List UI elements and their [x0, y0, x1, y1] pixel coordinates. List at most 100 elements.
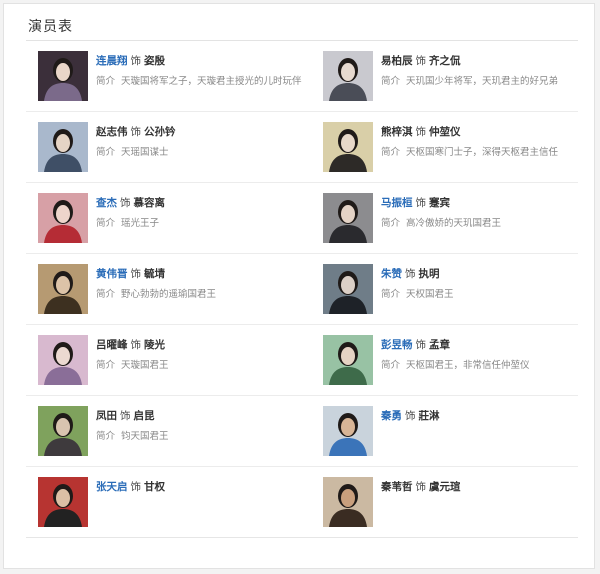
role-intro: 简介 高冷傲娇的天玑国君王 [381, 215, 501, 229]
plays-label: 饰 [130, 268, 142, 280]
actor-name: 凤田 [96, 410, 117, 422]
cast-item: 秦苇哲饰虞元瑄 [311, 467, 587, 537]
intro-label: 简介 [96, 289, 116, 300]
role-name: 陵光 [144, 339, 165, 351]
plays-label: 饰 [405, 268, 416, 280]
actor-photo[interactable] [38, 477, 88, 527]
cast-item: 易柏辰饰齐之侃简介 天玑国少年将军，天玑君主的好兄弟 [311, 41, 587, 111]
actor-name-link[interactable]: 朱赞 [381, 268, 402, 280]
plays-label: 饰 [405, 410, 416, 422]
role-name: 毓埥 [144, 268, 165, 280]
plays-label: 饰 [130, 481, 142, 493]
plays-label: 饰 [415, 55, 427, 67]
actor-role-line: 黄伟晋饰毓埥 [96, 266, 165, 281]
role-intro: 简介 天玑国少年将军，天玑君主的好兄弟 [381, 73, 558, 87]
actor-photo[interactable] [323, 264, 373, 314]
actor-role-line: 连晨翔饰姿殷 [96, 53, 165, 68]
cast-item: 熊梓淇饰仲堃仪 简介 天枢国寒门士子，深得天枢君主信任 [311, 112, 587, 182]
actor-photo[interactable] [323, 193, 373, 243]
actor-role-line: 马振桓饰蹇宾 [381, 195, 450, 210]
intro-label: 简介 [381, 76, 401, 87]
plays-label: 饰 [120, 197, 131, 209]
intro-label: 简介 [381, 360, 401, 371]
intro-label: 简介 [96, 431, 116, 442]
actor-name-link[interactable]: 马振桓 [381, 197, 413, 209]
role-name: 姿殷 [144, 55, 165, 67]
cast-item: 黄伟晋饰毓埥简介 野心勃勃的遥瑜国君王 [26, 254, 302, 324]
cast-panel: 演员表 连晨翔饰姿殷 简介 天璇国将军之子，天璇君主授光的儿时玩伴 易柏辰饰齐之侃 简介… [3, 3, 595, 569]
intro-label: 简介 [381, 147, 401, 158]
actor-photo[interactable] [323, 122, 373, 172]
role-intro: 简介 天权国君王 [381, 286, 454, 300]
actor-name-link[interactable]: 张天启 [96, 481, 128, 493]
role-intro: 简介 瑶光王子 [96, 215, 159, 229]
role-name: 莊淋 [418, 410, 440, 422]
actor-photo[interactable] [38, 193, 88, 243]
actor-name-link[interactable]: 秦勇 [381, 410, 402, 422]
role-name: 启昆 [133, 410, 155, 422]
actor-name-link[interactable]: 连晨翔 [96, 55, 128, 67]
actor-name: 赵志伟 [96, 126, 128, 138]
actor-role-line: 秦勇饰莊淋 [381, 408, 440, 423]
cast-row: 张天启饰甘权 秦苇哲饰虞元瑄 [26, 467, 578, 538]
cast-item: 连晨翔饰姿殷简介 天璇国将军之子，天璇君主授光的儿时玩伴 [26, 41, 302, 111]
role-name: 慕容离 [133, 197, 166, 209]
intro-text: 天枢国寒门士子，深得天枢君主信任 [406, 147, 559, 158]
role-name: 齐之侃 [429, 55, 461, 67]
intro-text: 高冷傲娇的天玑国君王 [406, 218, 502, 229]
actor-photo[interactable] [38, 51, 88, 101]
actor-photo[interactable] [38, 406, 88, 456]
role-name: 执明 [418, 268, 440, 280]
intro-text: 瑶光王子 [121, 218, 160, 229]
intro-text: 天瑶国谋士 [121, 147, 169, 158]
actor-photo[interactable] [38, 335, 88, 385]
role-intro: 简介 天璇国将军之子，天璇君主授光的儿时玩伴 [96, 73, 302, 87]
actor-photo[interactable] [38, 264, 88, 314]
actor-role-line: 易柏辰饰齐之侃 [381, 53, 461, 68]
cast-row: 凤田饰启昆 简介 钧天国君王 秦勇饰莊淋 [26, 396, 578, 467]
actor-name: 熊梓淇 [381, 126, 413, 138]
actor-name-link[interactable]: 彭昱畅 [381, 339, 413, 351]
actor-name-link[interactable]: 黄伟晋 [96, 268, 128, 280]
actor-role-line: 查杰饰慕容离 [96, 195, 165, 210]
plays-label: 饰 [415, 339, 427, 351]
role-intro: 简介 钧天国君王 [96, 428, 169, 442]
actor-role-line: 吕曜峰饰陵光 [96, 337, 165, 352]
actor-photo[interactable] [323, 406, 373, 456]
intro-text: 天权国君王 [406, 289, 454, 300]
role-intro: 简介 天枢国君王，非常信任仲堃仪 [381, 357, 530, 371]
plays-label: 饰 [130, 55, 142, 67]
cast-row: 赵志伟饰公孙钤 简介 天瑶国谋士 熊梓淇饰仲堃仪 简介 天枢国寒门士子，深得天枢君主信任 [26, 112, 578, 183]
cast-row: 吕曜峰饰陵光 简介 天璇国君王 彭昱畅饰孟章 简介 天枢国君王，非常信任仲堃仪 [26, 325, 578, 396]
cast-item: 查杰饰慕容离 简介 瑶光王子 [26, 183, 302, 253]
plays-label: 饰 [415, 197, 427, 209]
actor-role-line: 朱赞饰执明 [381, 266, 440, 281]
actor-name-link[interactable]: 查杰 [96, 197, 117, 209]
cast-item: 彭昱畅饰孟章简介 天枢国君王，非常信任仲堃仪 [311, 325, 587, 395]
actor-photo[interactable] [38, 122, 88, 172]
actor-photo[interactable] [323, 51, 373, 101]
cast-item: 秦勇饰莊淋 [311, 396, 587, 466]
cast-row: 查杰饰慕容离 简介 瑶光王子 马振桓饰蹇宾 简介 高冷傲娇的天玑国君王 [26, 183, 578, 254]
role-name: 虞元瑄 [429, 481, 461, 493]
cast-item: 赵志伟饰公孙钤 简介 天瑶国谋士 [26, 112, 302, 182]
actor-role-line: 彭昱畅饰孟章 [381, 337, 450, 352]
role-intro: 简介 天璇国君王 [96, 357, 169, 371]
actor-role-line: 张天启饰甘权 [96, 479, 165, 494]
plays-label: 饰 [120, 410, 131, 422]
actor-role-line: 凤田饰启昆 [96, 408, 155, 423]
panel-title: 演员表 [28, 19, 73, 35]
role-name: 孟章 [429, 339, 450, 351]
plays-label: 饰 [415, 481, 427, 493]
actor-photo[interactable] [323, 477, 373, 527]
cast-item: 吕曜峰饰陵光 简介 天璇国君王 [26, 325, 302, 395]
intro-text: 天璇国君王 [121, 360, 169, 371]
cast-item: 马振桓饰蹇宾简介 高冷傲娇的天玑国君王 [311, 183, 587, 253]
plays-label: 饰 [130, 126, 142, 138]
cast-row: 黄伟晋饰毓埥 简介 野心勃勃的遥瑜国君王 朱赞饰执明 简介 天权国君王 [26, 254, 578, 325]
cast-item: 张天启饰甘权 [26, 467, 302, 537]
role-intro: 简介 野心勃勃的遥瑜国君王 [96, 286, 216, 300]
role-name: 蹇宾 [429, 197, 450, 209]
actor-photo[interactable] [323, 335, 373, 385]
intro-label: 简介 [96, 360, 116, 371]
